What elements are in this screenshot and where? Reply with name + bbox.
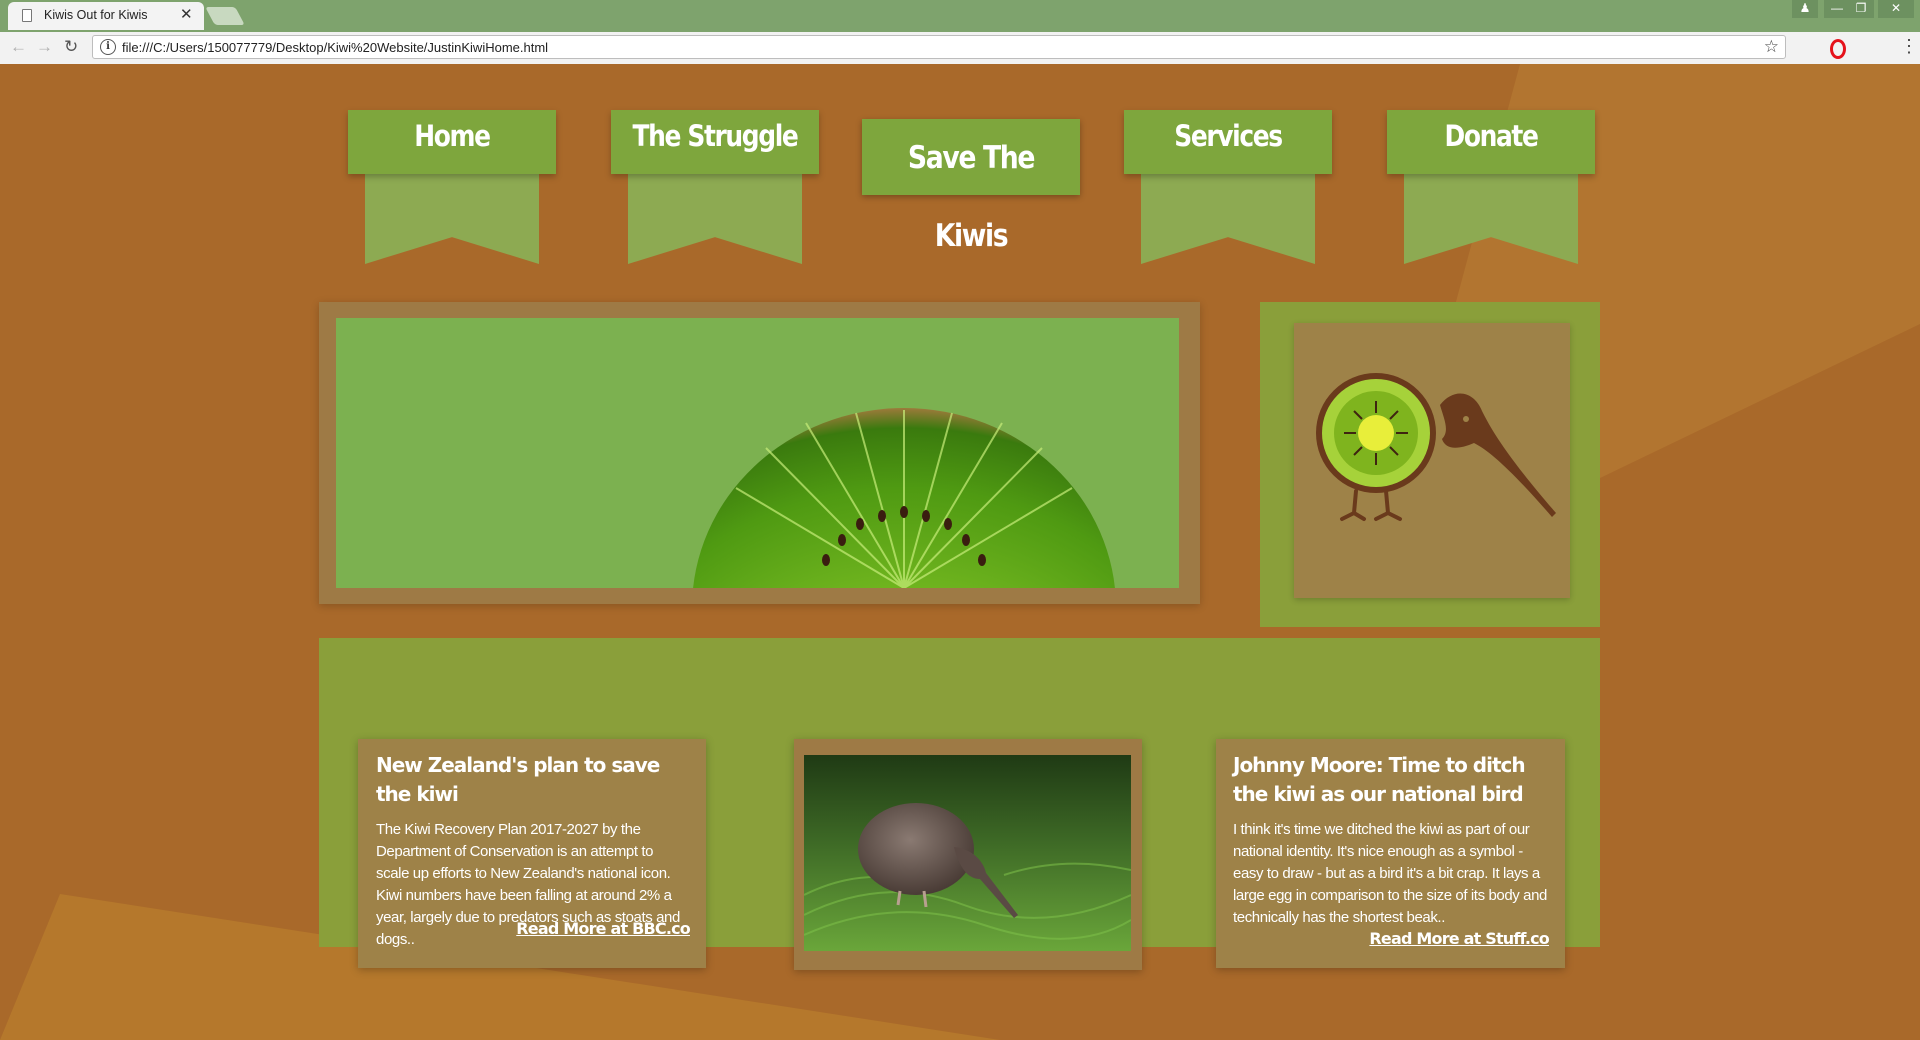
read-more-stuff-link[interactable]: Read More at Stuff.co (1369, 929, 1549, 948)
nav-the-struggle[interactable]: The Struggle (611, 110, 819, 272)
forward-icon[interactable]: → (36, 37, 53, 57)
info-icon[interactable]: i (100, 39, 116, 55)
kiwi-photo-card (794, 739, 1142, 970)
close-window-button[interactable]: ✕ (1878, 0, 1914, 18)
nav-home[interactable]: Home (348, 110, 556, 272)
ribbon-head: The Struggle (611, 110, 819, 174)
read-more-bbc-link[interactable]: Read More at BBC.co (516, 919, 691, 938)
ribbon-tail (1141, 168, 1315, 264)
browser-tab[interactable]: Kiwis Out for Kiwis ✕ (8, 2, 204, 30)
article-card-stuff: Johnny Moore: Time to ditch the kiwi as … (1216, 739, 1565, 968)
new-tab-button[interactable] (205, 7, 245, 25)
hero-banner (319, 302, 1200, 604)
back-icon[interactable]: ← (10, 37, 27, 57)
nav-label[interactable]: Save The Kiwis (877, 119, 1064, 275)
nav-label[interactable]: Donate (1402, 110, 1581, 162)
kiwi-fruit-image (336, 318, 1179, 588)
ribbon-head: Home (348, 110, 556, 174)
menu-icon[interactable]: ⋮ (1900, 36, 1918, 57)
opera-icon[interactable] (1830, 39, 1846, 59)
kiwi-bird-photo (804, 755, 1131, 951)
kiwi-logo (1294, 323, 1570, 598)
minimize-button[interactable]: — (1824, 0, 1850, 18)
article-title: New Zealand's plan to save the kiwi (376, 753, 660, 806)
browser-chrome: Kiwis Out for Kiwis ✕ ♟ — ❐ ✕ ← → ↻ i fi… (0, 0, 1920, 64)
ribbon-tail (1404, 168, 1578, 264)
address-bar[interactable]: i file:///C:/Users/150077779/Desktop/Kiw… (92, 35, 1786, 59)
profile-button[interactable]: ♟ (1792, 0, 1818, 18)
nav-donate[interactable]: Donate (1387, 110, 1595, 272)
article-body: I think it's time we ditched the kiwi as… (1233, 821, 1547, 926)
star-icon[interactable]: ☆ (1764, 37, 1779, 57)
nav-label[interactable]: The Struggle (626, 110, 805, 162)
nav-label[interactable]: Home (363, 110, 542, 162)
restore-button[interactable]: ❐ (1848, 0, 1874, 18)
article-title: Johnny Moore: Time to ditch the kiwi as … (1233, 753, 1526, 806)
reload-icon[interactable]: ↻ (64, 37, 78, 57)
nav-label[interactable]: Services (1139, 110, 1318, 162)
document-icon (22, 9, 32, 22)
tab-title: Kiwis Out for Kiwis (44, 8, 148, 22)
close-icon[interactable]: ✕ (180, 5, 193, 25)
page: Home The Struggle Save The Kiwis Service… (0, 64, 1920, 1040)
nav-services[interactable]: Services (1124, 110, 1332, 272)
ribbon-head: Services (1124, 110, 1332, 174)
ribbon-tail (628, 168, 802, 264)
nav-save-the-kiwis[interactable]: Save The Kiwis (862, 119, 1080, 254)
article-card-bbc: New Zealand's plan to save the kiwi The … (358, 739, 706, 968)
url-text[interactable]: file:///C:/Users/150077779/Desktop/Kiwi%… (122, 40, 548, 55)
ribbon-head: Donate (1387, 110, 1595, 174)
ribbon-tail (365, 168, 539, 264)
